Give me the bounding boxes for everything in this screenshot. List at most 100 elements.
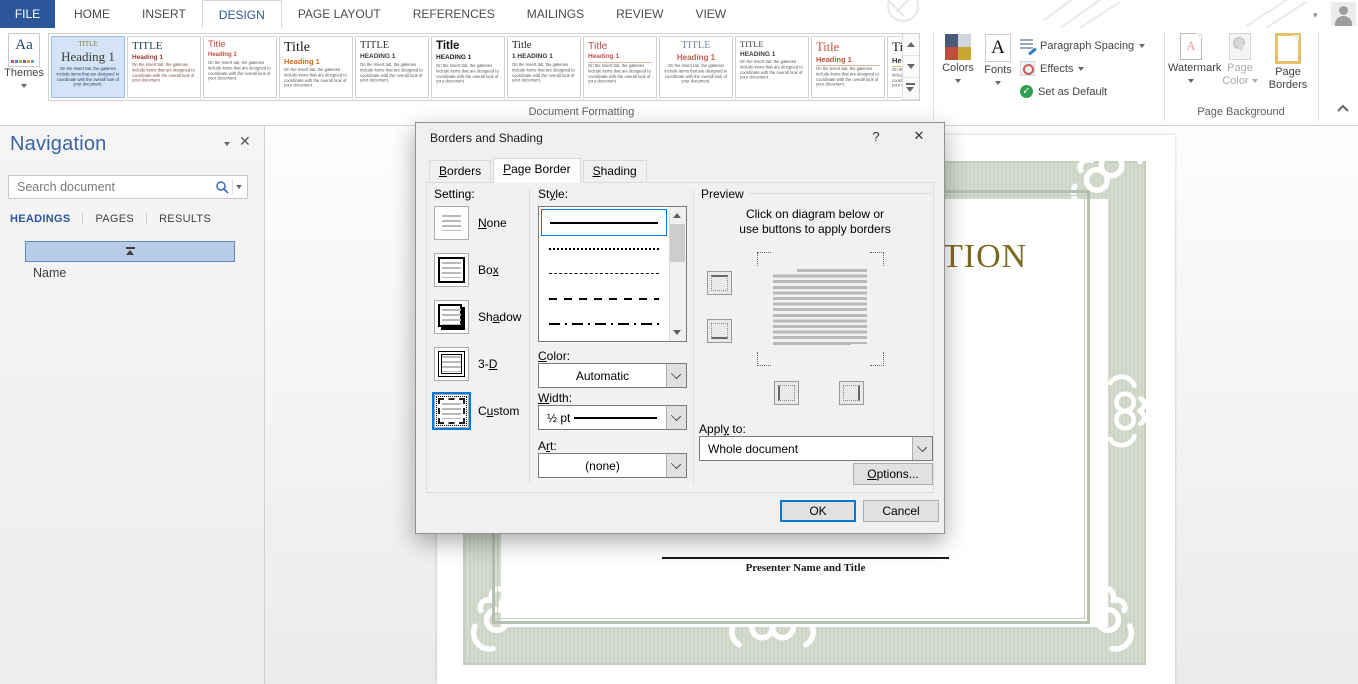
ribbon-tab-home[interactable]: HOME (58, 0, 126, 27)
apply-top-border-button[interactable] (707, 271, 732, 295)
setting-option-3-d[interactable]: 3-D (434, 346, 521, 381)
setting-option-custom[interactable]: Custom (434, 393, 521, 428)
search-dropdown-icon[interactable] (236, 185, 242, 189)
ribbon-tab-references[interactable]: REFERENCES (397, 0, 511, 27)
thumbnail-heading: Heading 1 (61, 49, 115, 65)
dialog-help-button[interactable]: ? (864, 129, 888, 147)
gallery-more-button[interactable] (903, 78, 919, 100)
collapse-heading-icon[interactable] (126, 247, 135, 256)
scroll-up-icon[interactable] (673, 213, 681, 218)
nav-tab-headings[interactable]: HEADINGS (10, 213, 70, 225)
paragraph-spacing-button[interactable]: Paragraph Spacing (1020, 34, 1162, 57)
scroll-thumb[interactable] (670, 224, 685, 262)
scroll-down-icon[interactable] (673, 330, 681, 335)
color-combobox[interactable]: Automatic (538, 363, 687, 388)
ribbon-tab-bar: FILE HOME INSERT DESIGN PAGE LAYOUT REFERENC… (0, 0, 1358, 29)
line-style-option-solid[interactable] (541, 209, 667, 236)
heading-item-selected[interactable] (25, 241, 235, 262)
navigation-close-icon[interactable]: ✕ (239, 134, 251, 148)
ribbon-tabs: HOME INSERT DESIGN PAGE LAYOUT REFERENCES MAI… (58, 0, 742, 29)
set-as-default-button[interactable]: ✓ Set as Default (1020, 80, 1162, 103)
line-style-option-dash-small[interactable] (541, 261, 667, 286)
collapse-ribbon-icon[interactable] (1337, 104, 1349, 112)
preview-corner-mark (870, 252, 884, 266)
style-scrollbar[interactable] (669, 207, 686, 341)
ribbon-separator (933, 31, 934, 121)
setting-option-box[interactable]: Box (434, 252, 521, 287)
search-input[interactable] (9, 180, 215, 194)
thumbnail-heading: Heading 1 (892, 56, 902, 67)
page-color-icon (1229, 33, 1251, 60)
dialog-title[interactable]: Borders and Shading (430, 131, 543, 145)
thumbnail-title: TITLE (360, 40, 390, 51)
thumbnail-title: TITLE (740, 39, 764, 49)
document-canvas: TION Presenter Name and Title Borders an… (265, 122, 1358, 684)
chevron-down-icon[interactable] (666, 454, 686, 477)
signature-line (662, 557, 949, 559)
colors-button[interactable]: Colors (938, 31, 978, 123)
cancel-button[interactable]: Cancel (863, 500, 939, 522)
navigation-tabs: HEADINGS PAGES RESULTS (10, 212, 223, 225)
navigation-options-icon[interactable] (224, 142, 230, 146)
style-set-thumbnail[interactable]: TitleHeading 1On the Insert tab, the gal… (203, 36, 277, 98)
nav-tab-pages[interactable]: PAGES (95, 213, 134, 225)
ribbon-tab-design[interactable]: DESIGN (201, 0, 282, 29)
setting-option-shadow[interactable]: Shadow (434, 299, 521, 334)
thumbnail-body-text: On the Insert tab, the galleries include… (892, 67, 902, 88)
ribbon-tab-mailings[interactable]: MAILINGS (511, 0, 600, 27)
setting-option-none[interactable]: None (434, 205, 521, 240)
dialog-tab-borders[interactable]: Borders (429, 160, 492, 182)
column-separator (693, 189, 694, 485)
style-set-thumbnail[interactable]: TITLE Heading 1 On the Insert tab, the gal… (51, 36, 125, 98)
line-style-option-dotted[interactable] (541, 236, 667, 261)
dialog-tab-shading[interactable]: Shading (582, 160, 647, 182)
style-set-thumbnail[interactable]: TITLE Heading 1 On the Insert tab, the gal… (127, 36, 201, 98)
style-set-thumbnail[interactable]: TITLE HEADING 1 On the Insert tab, the gal… (735, 36, 809, 98)
search-icon[interactable] (215, 180, 229, 194)
line-style-option-dash-dot[interactable] (541, 311, 667, 336)
nav-tab-results[interactable]: RESULTS (159, 213, 211, 225)
apply-right-border-button[interactable] (839, 381, 864, 405)
style-set-thumbnail[interactable]: TitleHeading 1On the Insert tab, the gal… (279, 36, 353, 98)
ribbon-tab-review[interactable]: REVIEW (600, 0, 679, 27)
ribbon-tab-view[interactable]: VIEW (679, 0, 742, 27)
preview-page-diagram[interactable] (773, 269, 867, 347)
line-style-option-dash-large[interactable] (541, 286, 667, 311)
thumbnail-heading: Heading 1 (816, 55, 880, 67)
heading-item[interactable]: Name (33, 266, 66, 280)
preview-corner-mark (870, 352, 884, 366)
fonts-button[interactable]: A Fonts (980, 31, 1016, 123)
gallery-scroll-down-button[interactable] (903, 56, 919, 78)
thumbnail-heading: Heading 1 (208, 51, 237, 58)
width-combobox[interactable]: ½ pt (538, 405, 687, 430)
tab-file[interactable]: FILE (0, 0, 55, 28)
apply-bottom-border-button[interactable] (707, 319, 732, 343)
chevron-down-icon[interactable] (666, 406, 686, 429)
style-set-thumbnail[interactable]: TITLE HEADING 1 On the Insert tab, the gal… (355, 36, 429, 98)
art-combobox[interactable]: (none) (538, 453, 687, 478)
apply-left-border-button[interactable] (774, 381, 799, 405)
dialog-tab-page-border[interactable]: Page Border (493, 158, 581, 183)
ribbon-tab-page-layout[interactable]: PAGE LAYOUT (282, 0, 397, 27)
style-set-thumbnail[interactable]: TITLE Heading 1 On the Insert tab, the gal… (659, 36, 733, 98)
user-avatar[interactable] (1331, 2, 1356, 26)
chevron-down-icon[interactable] (912, 437, 932, 460)
ribbon-tab-insert[interactable]: INSERT (126, 0, 202, 27)
gallery-scroll-up-button[interactable] (903, 34, 919, 56)
style-set-thumbnail[interactable]: Title 1 HEADING 1 On the Insert tab, the g… (507, 36, 581, 98)
effects-button[interactable]: Effects (1020, 57, 1162, 80)
dialog-close-button[interactable]: ✕ (904, 128, 934, 147)
chevron-down-icon[interactable] (666, 364, 686, 387)
style-set-thumbnail[interactable]: TitleHeading 1On the Insert tab, the gal… (887, 36, 902, 98)
options-button[interactable]: Options... (853, 463, 933, 485)
style-set-thumbnail[interactable]: Title HEADING 1 On the Insert tab, the gal… (431, 36, 505, 98)
ok-button[interactable]: OK (780, 500, 856, 522)
style-set-thumbnail[interactable]: TitleHeading 1On the Insert tab, the gal… (811, 36, 885, 98)
signature-caption: Presenter Name and Title (745, 562, 866, 574)
ribbon-stack: Paragraph Spacing Effects ✓ Set as Defau… (1020, 34, 1162, 103)
thumbnail-body-text: On the Insert tab, the galleries include… (512, 62, 575, 83)
style-set-thumbnail[interactable]: TitleHeading 1On the Insert tab, the gal… (583, 36, 657, 98)
ribbon-display-options-icon[interactable]: ▾ (1313, 11, 1325, 20)
gallery-scrollbar (902, 34, 919, 100)
apply-to-combobox[interactable]: Whole document (699, 436, 933, 461)
